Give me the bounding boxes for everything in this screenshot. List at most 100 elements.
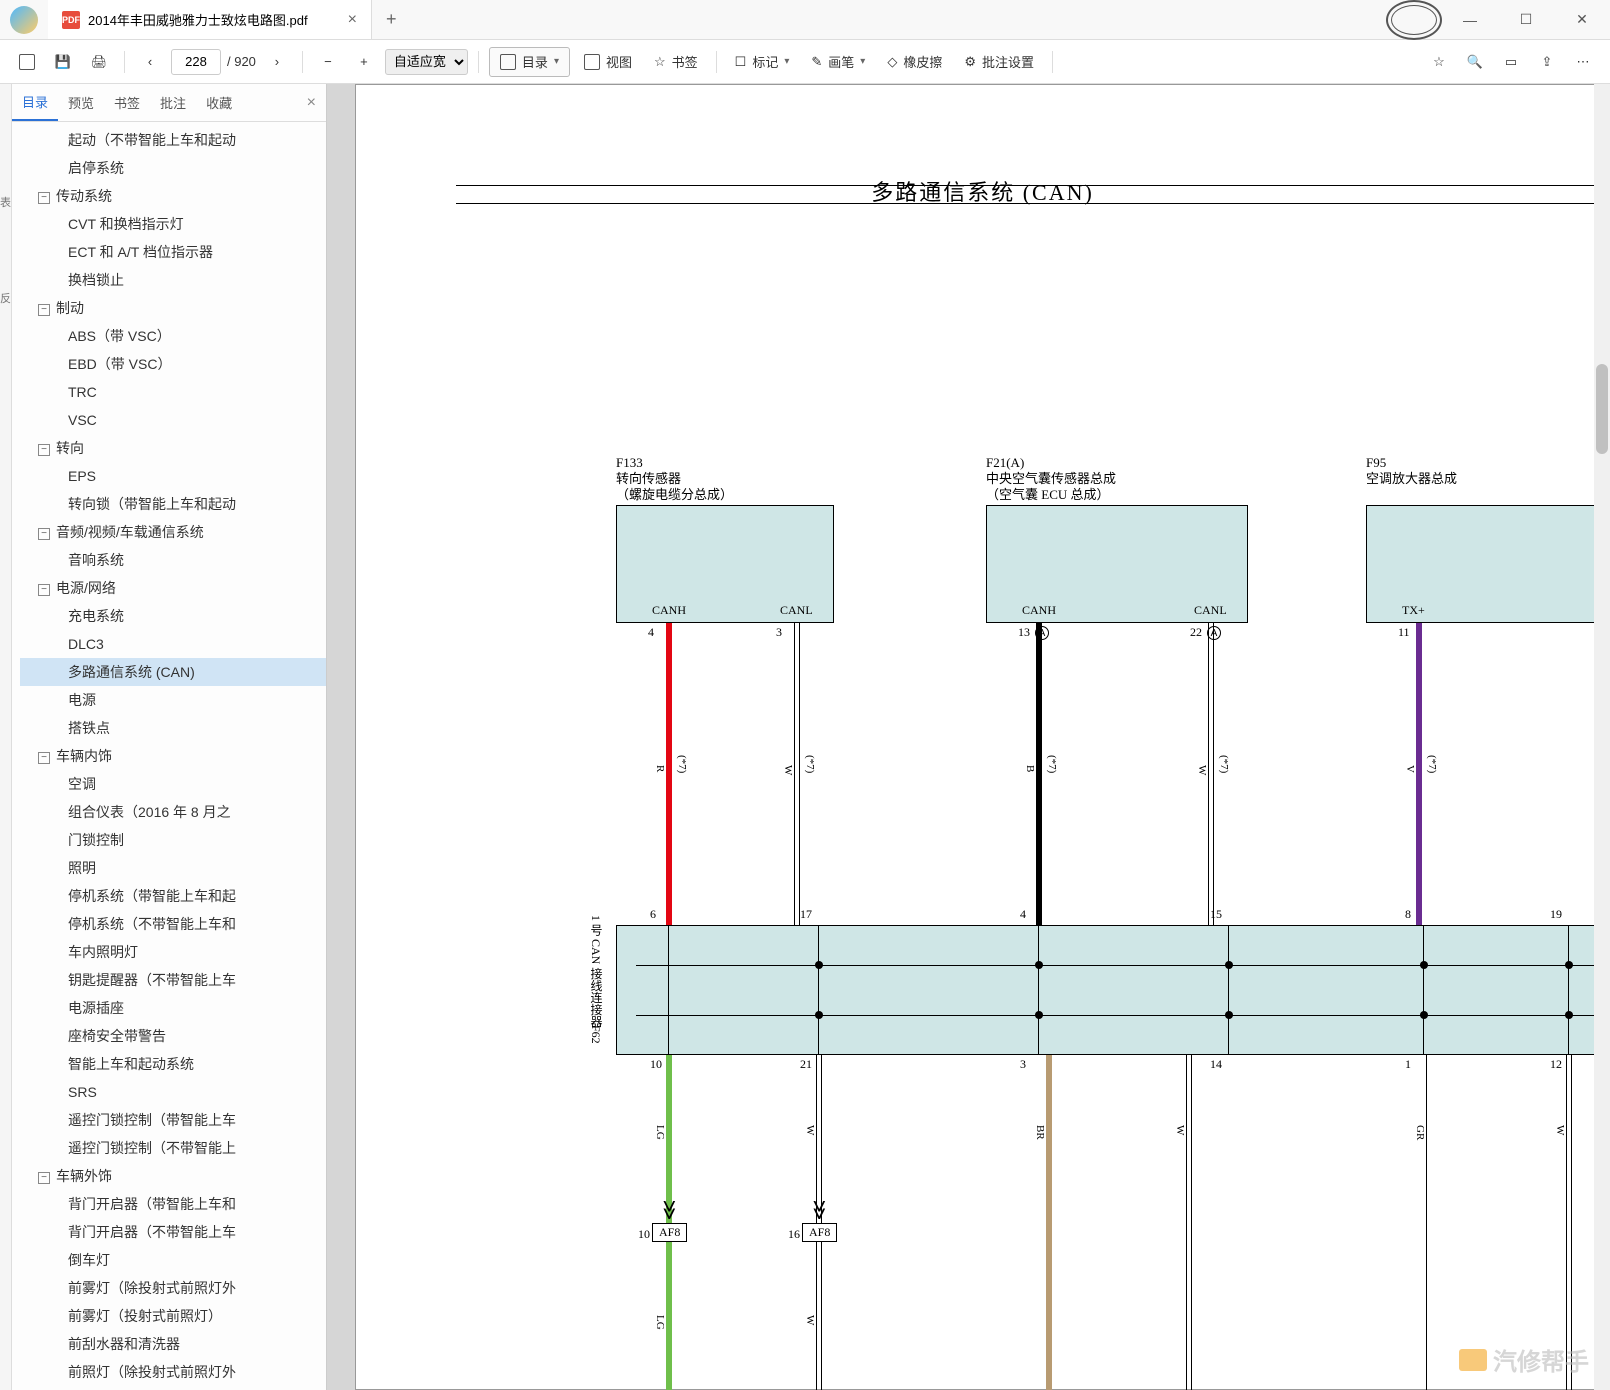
outline-item[interactable]: 组合仪表（2016 年 8 月之 bbox=[20, 798, 326, 826]
outline-item[interactable]: 前雾灯（投射式前照灯） bbox=[20, 1302, 326, 1330]
outline-item[interactable]: 前照灯（除投射式前照灯外 bbox=[20, 1358, 326, 1386]
outline-item[interactable]: 倒车灯 bbox=[20, 1246, 326, 1274]
bookmark-button[interactable]: ☆书签 bbox=[646, 47, 706, 77]
tree-toggle-icon[interactable]: − bbox=[38, 1172, 50, 1184]
outline-item[interactable]: 座椅安全带警告 bbox=[20, 1022, 326, 1050]
outline-item[interactable]: 门锁控制 bbox=[20, 826, 326, 854]
outline-item[interactable]: 空调 bbox=[20, 770, 326, 798]
outline-item[interactable]: SRS bbox=[20, 1078, 326, 1106]
close-button[interactable]: ✕ bbox=[1554, 0, 1610, 40]
maximize-button[interactable]: ☐ bbox=[1498, 0, 1554, 40]
sidebar-close-icon[interactable]: × bbox=[297, 94, 326, 112]
outline-item[interactable]: 电源插座 bbox=[20, 994, 326, 1022]
zoom-select[interactable]: 自适应宽 bbox=[385, 49, 468, 75]
share-button[interactable]: ⇪ bbox=[1532, 47, 1562, 77]
search-button[interactable]: 🔍 bbox=[1460, 47, 1490, 77]
tree-toggle-icon[interactable]: − bbox=[38, 528, 50, 540]
outline-item[interactable]: −音频/视频/车载通信系统 bbox=[20, 518, 326, 546]
outline-item[interactable]: 启停系统 bbox=[20, 154, 326, 182]
outline-item[interactable]: EBD（带 VSC） bbox=[20, 350, 326, 378]
outline-item[interactable]: −制动 bbox=[20, 294, 326, 322]
outline-item[interactable]: VSC bbox=[20, 406, 326, 434]
open-file-button[interactable] bbox=[12, 47, 42, 77]
outline-item[interactable]: TRC bbox=[20, 378, 326, 406]
tree-toggle-icon[interactable]: − bbox=[38, 584, 50, 596]
outline-item[interactable]: 遥控门锁控制（带智能上车 bbox=[20, 1106, 326, 1134]
tree-toggle-icon[interactable]: − bbox=[38, 444, 50, 456]
outline-item[interactable]: 起动（不带智能上车和起动 bbox=[20, 126, 326, 154]
scrollbar-thumb[interactable] bbox=[1596, 364, 1608, 454]
brush-button[interactable]: ✎画笔▾ bbox=[803, 47, 873, 77]
outline-item[interactable]: 前雾灯（除投射式前照灯外 bbox=[20, 1274, 326, 1302]
outline-item[interactable]: 搭铁点 bbox=[20, 714, 326, 742]
next-page-button[interactable]: › bbox=[262, 47, 292, 77]
settings-icon[interactable] bbox=[1386, 0, 1442, 40]
page-number-input[interactable] bbox=[171, 49, 221, 75]
zoom-in-button[interactable]: + bbox=[349, 47, 379, 77]
outline-item[interactable]: 音响系统 bbox=[20, 546, 326, 574]
side-tab-favorite[interactable]: 收藏 bbox=[196, 84, 242, 121]
tab-close-icon[interactable]: × bbox=[348, 11, 357, 29]
outline-item[interactable]: 电源 bbox=[20, 686, 326, 714]
pin-number: 22 bbox=[1190, 625, 1202, 640]
outline-label: VSC bbox=[68, 412, 97, 428]
outline-item[interactable]: EPS bbox=[20, 462, 326, 490]
outline-item[interactable]: DLC3 bbox=[20, 630, 326, 658]
outline-label: 倒车灯 bbox=[68, 1252, 110, 1268]
annotate-settings-button[interactable]: ⚙批注设置 bbox=[956, 47, 1042, 77]
more-button[interactable]: ⋯ bbox=[1568, 47, 1598, 77]
outline-item[interactable]: 充电系统 bbox=[20, 602, 326, 630]
new-tab-button[interactable]: + bbox=[372, 9, 411, 30]
content-viewport[interactable]: ⌃ 多路通信系统 (CAN) F133转向传感器（螺旋电缆分总成）CANH4R(… bbox=[327, 84, 1610, 1390]
outline-item[interactable]: CVT 和换档指示灯 bbox=[20, 210, 326, 238]
outline-item[interactable]: 前照灯（投射式前照灯） bbox=[20, 1386, 326, 1390]
outline-label: DLC3 bbox=[68, 636, 104, 652]
outline-item[interactable]: 换档锁止 bbox=[20, 266, 326, 294]
outline-item[interactable]: 停机系统（带智能上车和起 bbox=[20, 882, 326, 910]
outline-item[interactable]: 停机系统（不带智能上车和 bbox=[20, 910, 326, 938]
outline-item[interactable]: 背门开启器（不带智能上车 bbox=[20, 1218, 326, 1246]
outline-item[interactable]: −转向 bbox=[20, 434, 326, 462]
outline-item[interactable]: 车内照明灯 bbox=[20, 938, 326, 966]
view-button[interactable]: 视图 bbox=[576, 47, 640, 77]
outline-item[interactable]: −电源/网络 bbox=[20, 574, 326, 602]
eraser-button[interactable]: ◇橡皮擦 bbox=[879, 47, 950, 77]
outline-item[interactable]: −车辆内饰 bbox=[20, 742, 326, 770]
print-button[interactable]: 🖨 bbox=[84, 47, 114, 77]
outline-item[interactable]: −传动系统 bbox=[20, 182, 326, 210]
side-tab-toc[interactable]: 目录 bbox=[12, 84, 58, 121]
toc-label: 目录 bbox=[522, 52, 548, 71]
outline-item[interactable]: 前刮水器和清洗器 bbox=[20, 1330, 326, 1358]
titlebar: PDF 2014年丰田威驰雅力士致炫电路图.pdf × + — ☐ ✕ bbox=[0, 0, 1610, 40]
outline-item[interactable]: ECT 和 A/T 档位指示器 bbox=[20, 238, 326, 266]
app-icon[interactable] bbox=[10, 6, 38, 34]
outline-item[interactable]: 转向锁（带智能上车和起动 bbox=[20, 490, 326, 518]
zoom-out-button[interactable]: − bbox=[313, 47, 343, 77]
prev-page-button[interactable]: ‹ bbox=[135, 47, 165, 77]
outline-item[interactable]: 照明 bbox=[20, 854, 326, 882]
toc-dropdown-button[interactable]: 目录 ▾ bbox=[489, 47, 570, 77]
outline-item[interactable]: 多路通信系统 (CAN) bbox=[20, 658, 326, 686]
outline-item[interactable]: 钥匙提醒器（不带智能上车 bbox=[20, 966, 326, 994]
tree-toggle-icon[interactable]: − bbox=[38, 304, 50, 316]
tree-toggle-icon[interactable]: − bbox=[38, 192, 50, 204]
side-tab-bookmark[interactable]: 书签 bbox=[104, 84, 150, 121]
outline-item[interactable]: −车辆外饰 bbox=[20, 1162, 326, 1190]
outline-item[interactable]: ABS（带 VSC） bbox=[20, 322, 326, 350]
tree-toggle-icon[interactable]: − bbox=[38, 752, 50, 764]
pin-label: CANH bbox=[652, 603, 686, 618]
save-button[interactable]: 💾 bbox=[48, 47, 78, 77]
mark-button[interactable]: ☐标记▾ bbox=[727, 47, 798, 77]
star-button[interactable]: ☆ bbox=[1424, 47, 1454, 77]
outline-item[interactable]: 遥控门锁控制（不带智能上 bbox=[20, 1134, 326, 1162]
outline-item[interactable]: 智能上车和起动系统 bbox=[20, 1050, 326, 1078]
minimize-button[interactable]: — bbox=[1442, 0, 1498, 40]
panel-button[interactable]: ▭ bbox=[1496, 47, 1526, 77]
outline-label: 车辆内饰 bbox=[56, 748, 112, 764]
vertical-scrollbar[interactable] bbox=[1594, 84, 1610, 1390]
document-tab[interactable]: PDF 2014年丰田威驰雅力士致炫电路图.pdf × bbox=[48, 0, 372, 39]
side-tab-annotate[interactable]: 批注 bbox=[150, 84, 196, 121]
outline-tree[interactable]: 起动（不带智能上车和起动启停系统−传动系统CVT 和换档指示灯ECT 和 A/T… bbox=[12, 122, 326, 1390]
outline-item[interactable]: 背门开启器（带智能上车和 bbox=[20, 1190, 326, 1218]
side-tab-preview[interactable]: 预览 bbox=[58, 84, 104, 121]
